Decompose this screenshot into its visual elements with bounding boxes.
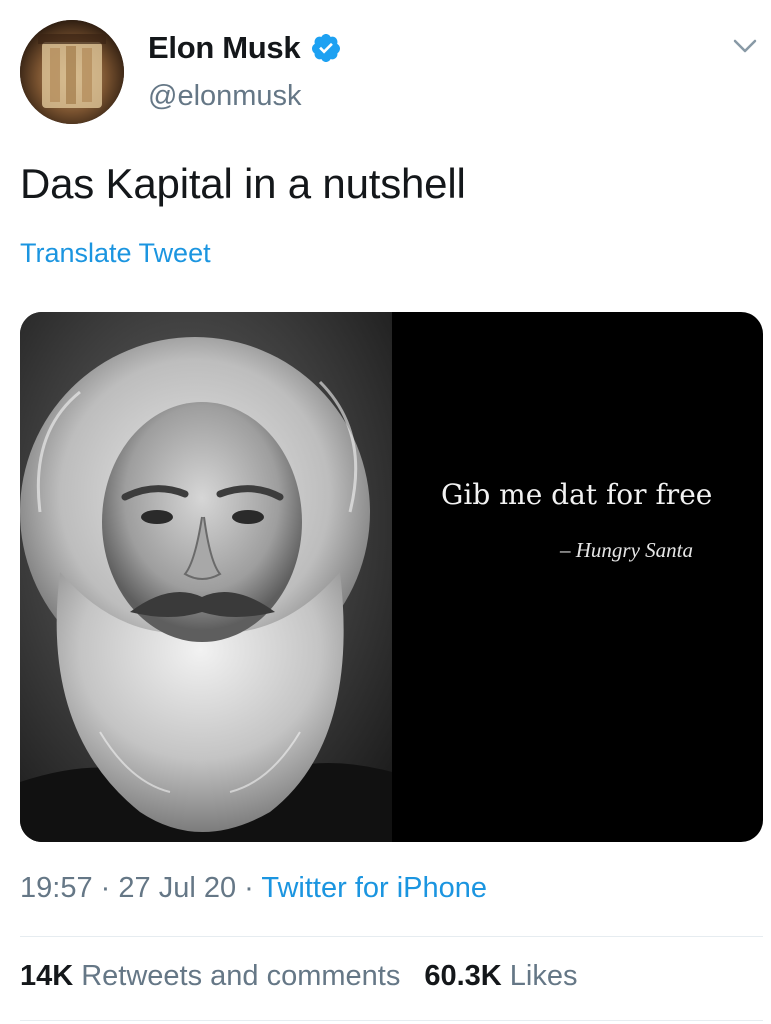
likes-count: 60.3K xyxy=(424,960,502,992)
meta-separator: · xyxy=(100,872,111,904)
meme-quote-text: Gib me dat for free xyxy=(441,478,713,511)
divider xyxy=(20,936,763,937)
author-name-row[interactable]: Elon Musk xyxy=(148,28,342,68)
portrait-image xyxy=(20,312,392,842)
chevron-down-icon[interactable] xyxy=(731,36,759,56)
translate-tweet-link[interactable]: Translate Tweet xyxy=(20,238,211,269)
verified-badge-icon xyxy=(310,32,342,64)
tweet-media[interactable]: Gib me dat for free – Hungry Santa xyxy=(20,312,763,842)
author-name[interactable]: Elon Musk xyxy=(148,30,301,66)
tweet-text: Das Kapital in a nutshell xyxy=(20,160,466,207)
tweet-date[interactable]: 27 Jul 20 xyxy=(118,872,236,904)
retweets-stat[interactable]: 14K Retweets and comments xyxy=(20,960,400,993)
tweet-stats: 14K Retweets and comments 60.3K Likes xyxy=(20,960,577,993)
tweet: Elon Musk @elonmusk Das Kapital in a nut… xyxy=(0,0,771,1024)
tweet-source-link[interactable]: Twitter for iPhone xyxy=(261,872,487,904)
meme-quote-attribution: – Hungry Santa xyxy=(560,538,693,562)
tweet-time[interactable]: 19:57 xyxy=(20,872,93,904)
retweets-label: Retweets and comments xyxy=(81,960,401,992)
avatar-image xyxy=(20,20,124,124)
avatar[interactable] xyxy=(20,20,124,124)
author-handle[interactable]: @elonmusk xyxy=(148,80,302,113)
retweets-count: 14K xyxy=(20,960,74,992)
likes-stat[interactable]: 60.3K Likes xyxy=(424,960,577,993)
tweet-meta: 19:57 · 27 Jul 20 · Twitter for iPhone xyxy=(20,872,487,905)
divider xyxy=(20,1020,763,1021)
meta-separator: · xyxy=(244,872,254,904)
likes-label: Likes xyxy=(509,960,578,992)
